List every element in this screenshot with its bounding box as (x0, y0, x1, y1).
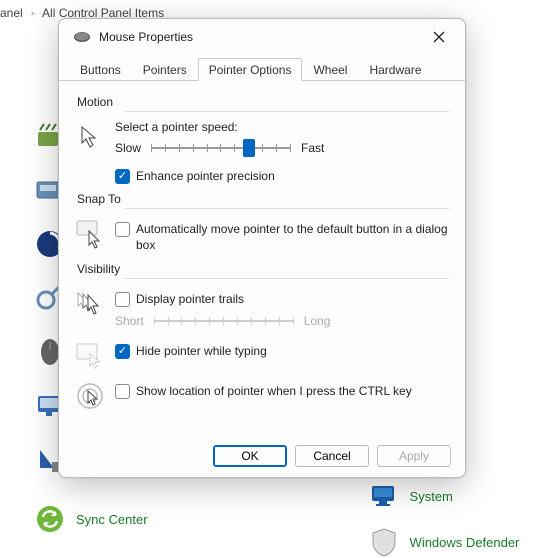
ok-button[interactable]: OK (213, 445, 287, 467)
divider (125, 208, 449, 209)
close-button[interactable] (421, 23, 457, 51)
hide-typing-label[interactable]: Hide pointer while typing (136, 343, 267, 359)
dialog-button-bar: OK Cancel Apply (213, 445, 451, 467)
dialog-title: Mouse Properties (99, 30, 421, 44)
ctrl-locate-icon (75, 381, 105, 411)
hide-typing-checkbox[interactable]: ✓ (115, 344, 130, 359)
tab-pointers[interactable]: Pointers (132, 58, 198, 81)
cancel-button[interactable]: Cancel (295, 445, 369, 467)
cp-item-label: Sync Center (76, 512, 148, 527)
ctrl-locate-checkbox[interactable] (115, 384, 130, 399)
tab-hardware[interactable]: Hardware (358, 58, 432, 81)
enhance-precision-checkbox[interactable]: ✓ (115, 169, 130, 184)
long-label: Long (304, 314, 331, 328)
snapto-checkbox[interactable] (115, 222, 130, 237)
chevron-right-icon: › (31, 8, 34, 19)
cp-item-label: System (410, 489, 453, 504)
mouse-icon (73, 31, 91, 43)
group-snapto-label: Snap To (75, 192, 449, 206)
cp-item-defender[interactable]: Windows Defender (368, 526, 520, 558)
apply-button[interactable]: Apply (377, 445, 451, 467)
trails-label[interactable]: Display pointer trails (136, 291, 244, 307)
sync-icon (34, 503, 66, 535)
fast-label: Fast (301, 141, 324, 155)
divider (125, 278, 449, 279)
pointer-speed-slider[interactable] (151, 138, 291, 158)
tab-pointer-options[interactable]: Pointer Options (198, 58, 303, 81)
defender-icon (368, 526, 400, 558)
breadcrumb-seg1[interactable]: anel (0, 6, 23, 20)
trails-checkbox[interactable] (115, 292, 130, 307)
system-icon (368, 480, 400, 512)
group-motion-label: Motion (75, 95, 449, 109)
tab-buttons[interactable]: Buttons (69, 58, 132, 81)
cp-item-system[interactable]: System (368, 480, 520, 512)
ctrl-locate-label[interactable]: Show location of pointer when I press th… (136, 383, 412, 399)
short-label: Short (115, 314, 144, 328)
divider (125, 111, 449, 112)
enhance-precision-label[interactable]: Enhance pointer precision (136, 168, 275, 184)
mouse-properties-dialog: Mouse Properties Buttons Pointers Pointe… (58, 18, 466, 478)
tab-strip: Buttons Pointers Pointer Options Wheel H… (59, 55, 465, 81)
pointer-speed-label: Select a pointer speed: (115, 120, 449, 134)
pointer-trails-icon (75, 289, 105, 319)
slider-thumb[interactable] (243, 139, 255, 157)
trails-slider (154, 311, 294, 331)
pointer-speed-icon (75, 122, 105, 152)
hide-pointer-icon (75, 341, 105, 371)
group-visibility-label: Visibility (75, 262, 449, 276)
slow-label: Slow (115, 141, 141, 155)
tab-wheel[interactable]: Wheel (302, 58, 358, 81)
close-icon (433, 31, 445, 43)
snapto-label[interactable]: Automatically move pointer to the defaul… (136, 221, 449, 253)
tab-body: Motion Select a pointer speed: Slow Fast (59, 81, 465, 427)
cp-item-sync-center[interactable]: Sync Center (34, 480, 148, 558)
snapto-icon (75, 219, 105, 249)
titlebar[interactable]: Mouse Properties (59, 19, 465, 55)
